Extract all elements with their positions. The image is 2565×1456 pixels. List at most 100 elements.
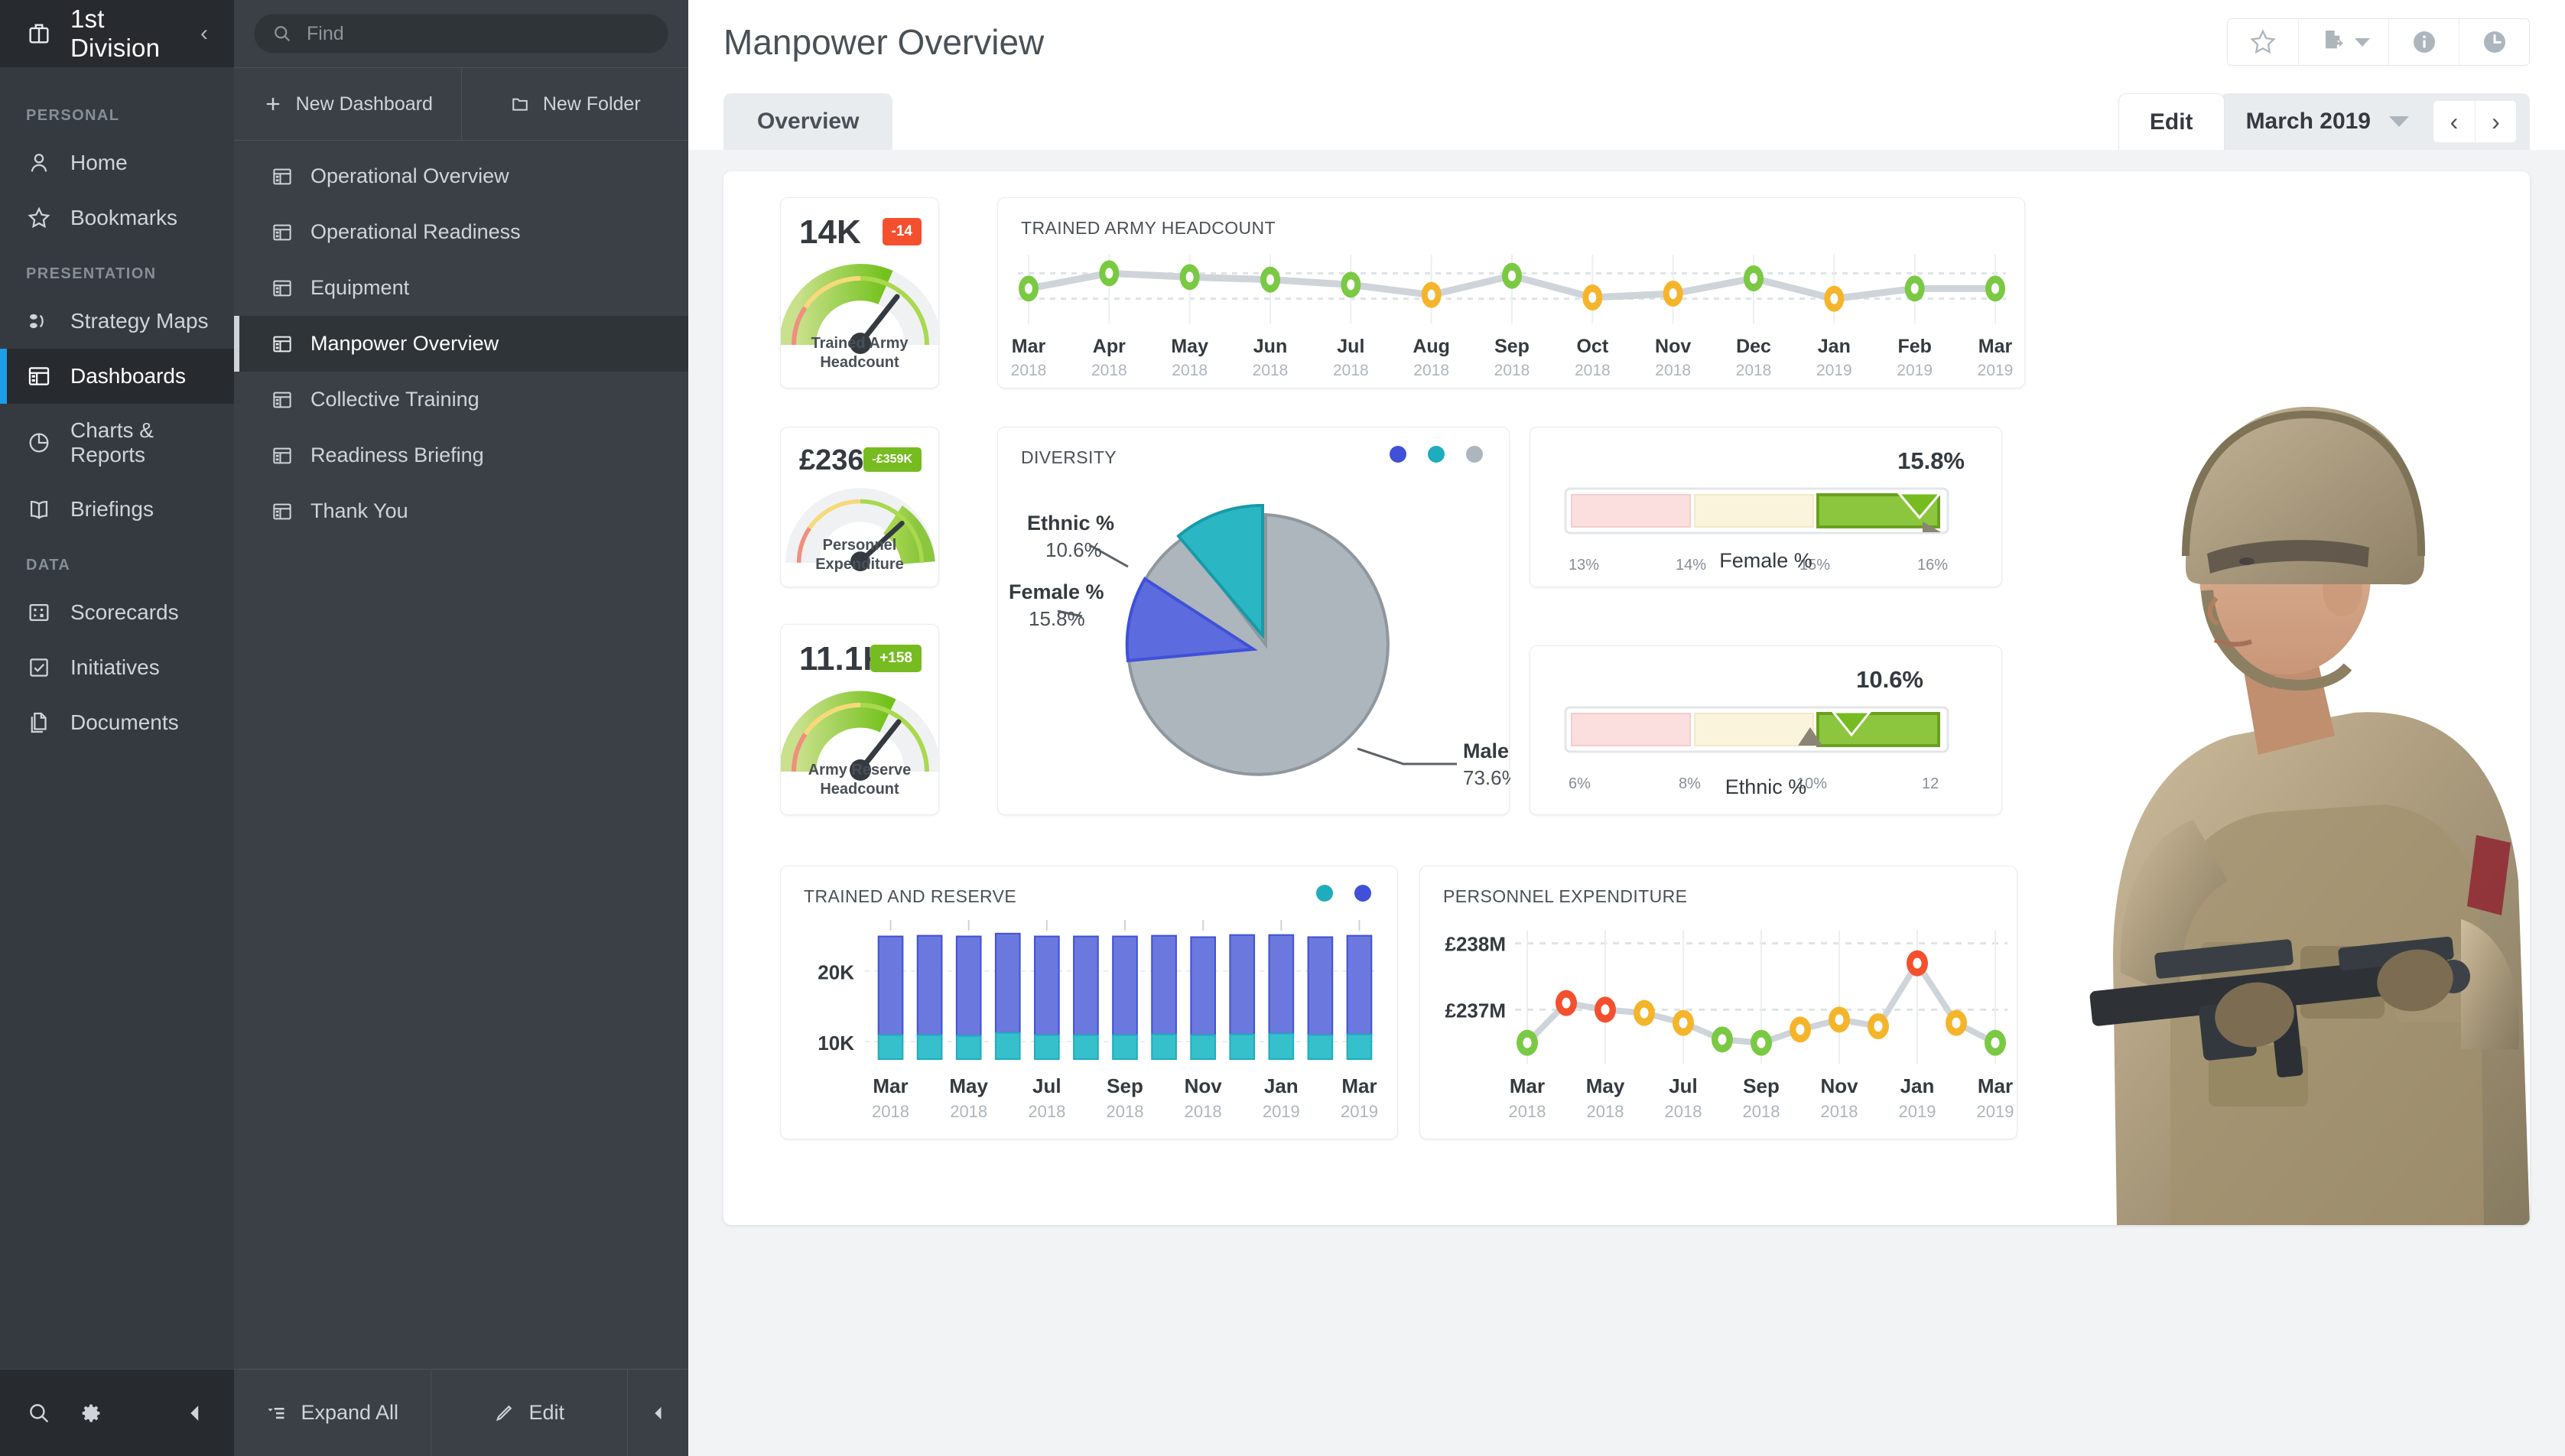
expand-all-label: Expand All xyxy=(301,1401,399,1424)
dashboard-canvas: 14K -14 Trained Army Headcount TRAINED A… xyxy=(723,171,2530,1225)
legend-dot-male[interactable] xyxy=(1466,446,1483,463)
sidebar-item-initiatives[interactable]: Initiatives xyxy=(0,640,234,695)
svg-text:Apr: Apr xyxy=(1093,336,1126,357)
period-label[interactable]: March 2019 xyxy=(2246,109,2371,135)
search-input[interactable]: Find xyxy=(254,14,668,54)
sidebar-item-label: Strategy Maps xyxy=(70,309,209,333)
period-nav: ‹ › xyxy=(2433,101,2516,142)
headcount-line-chart: Mar 2018 Apr 2018 May 2018 Jun 2018 Jul 2018 Aug 20… xyxy=(1011,255,2013,379)
gear-icon[interactable] xyxy=(78,1400,104,1426)
svg-text:2019: 2019 xyxy=(1263,1102,1300,1121)
widget-personnel-expenditure-trend[interactable]: PERSONNEL EXPENDITURE £238M £237M Mar 2018… xyxy=(1419,866,2017,1139)
sidebar-collapse-icon[interactable]: ‹ xyxy=(200,21,208,47)
svg-text:Mar: Mar xyxy=(1510,1074,1545,1097)
edit-dashboard-button[interactable]: Edit xyxy=(2118,93,2225,150)
legend-dot-reserve[interactable] xyxy=(1316,885,1333,902)
list-item[interactable]: Operational Readiness xyxy=(234,204,688,260)
list-item[interactable]: Thank You xyxy=(234,483,688,539)
search-icon[interactable] xyxy=(26,1400,52,1426)
widget-trained-army-headcount-trend[interactable]: TRAINED ARMY HEADCOUNT Mar 2018 Apr 2018 May… xyxy=(997,197,2025,388)
tree-collapse-button[interactable] xyxy=(627,1370,688,1456)
list-item[interactable]: Collective Training xyxy=(234,372,688,427)
svg-text:73.6%: 73.6% xyxy=(1463,766,1510,789)
chevron-down-icon[interactable] xyxy=(2389,116,2409,127)
dashboard-icon xyxy=(271,500,294,523)
svg-text:2018: 2018 xyxy=(1172,362,1208,379)
list-item-manpower-overview[interactable]: Manpower Overview xyxy=(234,316,688,372)
legend-dot-ethnic[interactable] xyxy=(1428,446,1445,463)
svg-text:2018: 2018 xyxy=(1107,1102,1144,1121)
dashboard-list: Operational Overview Operational Readine… xyxy=(234,141,688,1369)
nav-group-personal: PERSONAL xyxy=(26,107,120,124)
new-dashboard-button[interactable]: New Dashboard xyxy=(234,68,461,140)
info-icon[interactable] xyxy=(2388,19,2459,65)
briefcase-icon xyxy=(26,21,52,47)
favourite-star-icon[interactable] xyxy=(2228,19,2298,65)
nav-group-presentation: PRESENTATION xyxy=(26,265,157,282)
svg-text:2018: 2018 xyxy=(1587,1102,1624,1121)
svg-text:Jul: Jul xyxy=(1337,336,1364,357)
gauge-label: Trained Army Headcount xyxy=(811,335,909,371)
period-prev-button[interactable]: ‹ xyxy=(2433,101,2475,142)
sidebar-item-briefings[interactable]: Briefings xyxy=(0,482,234,537)
svg-text:2019: 2019 xyxy=(1899,1102,1936,1121)
widget-ethnic-percent[interactable]: 10.6% 6% 8% 10% 12 Ethnic % xyxy=(1530,645,2002,815)
sidebar-item-scorecards[interactable]: Scorecards xyxy=(0,585,234,640)
dashboard-icon xyxy=(271,277,294,300)
widget-diversity[interactable]: DIVERSITY Ethnic % 10.6% Female % 15.8% … xyxy=(997,427,1510,815)
tab-overview[interactable]: Overview xyxy=(723,93,893,150)
documents-icon xyxy=(26,710,52,736)
widget-trained-and-reserve[interactable]: TRAINED AND RESERVE 10K 20K Mar 2018 May 201… xyxy=(780,866,1398,1139)
svg-text:Jun: Jun xyxy=(1253,336,1287,357)
period-next-button[interactable]: › xyxy=(2475,101,2516,142)
dashboard-icon xyxy=(271,165,294,188)
sidebar-item-strategy-maps[interactable]: Strategy Maps xyxy=(0,294,234,349)
female-bullet-chart xyxy=(1564,487,1949,535)
brand-title: 1st Division xyxy=(70,5,161,62)
sidebar-item-dashboards[interactable]: Dashboards xyxy=(0,349,234,404)
svg-text:2018: 2018 xyxy=(1575,362,1611,379)
svg-text:2019: 2019 xyxy=(1816,362,1852,379)
new-folder-button[interactable]: New Folder xyxy=(460,68,689,140)
widget-gauge-army-reserve[interactable]: 11.1K +158 Army Reserve Headcount xyxy=(780,624,940,815)
app-root: 1st Division ‹ PERSONAL Home Bookmarks P… xyxy=(0,0,2565,1456)
dashboard-icon xyxy=(26,363,52,389)
expand-all-button[interactable]: Expand All xyxy=(234,1370,431,1456)
pie-legend xyxy=(1390,446,1483,463)
sidebar-footer-collapse-icon[interactable] xyxy=(182,1400,208,1426)
dashboard-icon xyxy=(271,388,294,411)
widget-female-percent[interactable]: 15.8% 13% 14% 15% 16% Female % xyxy=(1530,427,2002,587)
sidebar-item-label: Home xyxy=(70,151,128,174)
list-item[interactable]: Operational Overview xyxy=(234,148,688,204)
main-area: Manpower Overview Overview Edit March 20… xyxy=(688,0,2565,1456)
sidebar-item-home[interactable]: Home xyxy=(0,135,234,190)
ethnic-caption: Ethnic % xyxy=(1725,775,1807,798)
list-item-label: Readiness Briefing xyxy=(310,444,484,466)
chevron-left-icon xyxy=(648,1402,669,1424)
svg-text:£238M: £238M xyxy=(1445,933,1507,956)
svg-text:2018: 2018 xyxy=(1736,362,1772,379)
sidebar-item-documents[interactable]: Documents xyxy=(0,695,234,750)
svg-text:Nov: Nov xyxy=(1820,1074,1858,1097)
svg-text:2018: 2018 xyxy=(1665,1102,1702,1121)
svg-text:2019: 2019 xyxy=(1977,1102,2014,1121)
user-icon xyxy=(26,150,52,176)
legend-dot-trained[interactable] xyxy=(1354,885,1371,902)
export-icon[interactable] xyxy=(2298,19,2388,65)
dashboard-canvas-wrap: 14K -14 Trained Army Headcount TRAINED A… xyxy=(688,150,2565,1456)
svg-text:May: May xyxy=(1586,1074,1625,1097)
nav-group-data: DATA xyxy=(26,557,71,574)
widget-gauge-trained-army[interactable]: 14K -14 Trained Army Headcount xyxy=(780,197,940,388)
widget-gauge-personnel-expenditure[interactable]: £236M -£359K Personnel Expenditure xyxy=(780,427,939,587)
list-item[interactable]: Readiness Briefing xyxy=(234,427,688,483)
sidebar-item-bookmarks[interactable]: Bookmarks xyxy=(0,190,234,245)
svg-text:Dec: Dec xyxy=(1736,336,1771,357)
sidebar-item-charts-reports[interactable]: Charts & Reports xyxy=(0,404,234,482)
list-item[interactable]: Equipment xyxy=(234,260,688,316)
history-clock-icon[interactable] xyxy=(2459,19,2529,65)
main-header: Manpower Overview xyxy=(688,0,2565,84)
svg-text:2018: 2018 xyxy=(1494,362,1530,379)
legend-dot-female[interactable] xyxy=(1390,446,1406,463)
new-folder-label: New Folder xyxy=(542,93,641,115)
edit-tree-button[interactable]: Edit xyxy=(430,1370,628,1456)
